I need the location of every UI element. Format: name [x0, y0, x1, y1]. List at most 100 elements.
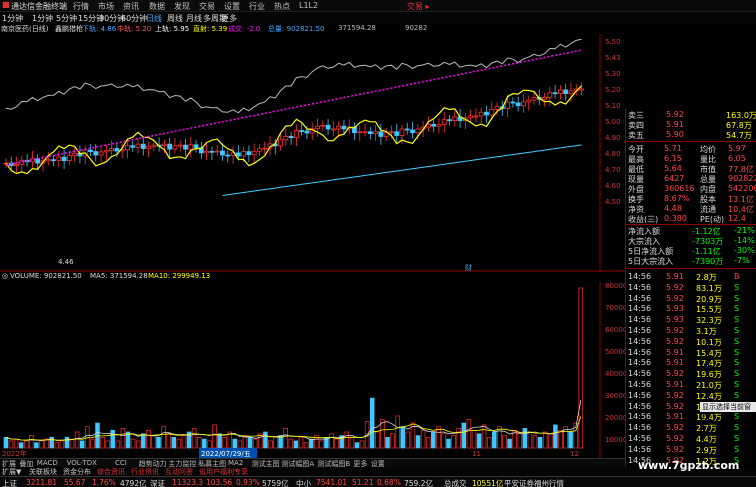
- tick-volume: 20.9万: [696, 294, 722, 304]
- volume-bar: [29, 435, 34, 449]
- candle-body: [14, 163, 19, 166]
- volume-bar: [385, 436, 390, 449]
- volume-settings-icon[interactable]: ◎: [2, 272, 8, 280]
- candle-body: [452, 116, 458, 122]
- menu-item-settings[interactable]: 设置: [224, 1, 240, 12]
- candle-body: [246, 151, 252, 156]
- sz-value: 11323.3: [172, 478, 204, 487]
- order-price: 5.90: [666, 130, 684, 139]
- volume-bar: [537, 436, 543, 449]
- trade-button[interactable]: 交易 ▸: [407, 1, 430, 12]
- menu-item-l1l2[interactable]: L1L2: [299, 1, 318, 10]
- volume-bar: [329, 433, 334, 449]
- price-tick: 5.00: [605, 118, 621, 126]
- order-price: 5.91: [666, 120, 684, 129]
- period-5min[interactable]: 5分钟: [56, 13, 77, 24]
- order-label: 卖五: [628, 131, 644, 140]
- tick-volume: 3.1万: [696, 327, 717, 336]
- period-bar: 1分钟 1分钟 5分钟 15分钟 30分钟 60分钟 日线 周线 月线 多周期 …: [0, 12, 756, 24]
- period-daily[interactable]: 日线: [146, 13, 162, 24]
- indicator-tab[interactable]: MA2: [228, 459, 243, 467]
- volume-bar: [202, 438, 207, 449]
- quote-value: 5.64: [664, 164, 682, 173]
- volume-bar: [268, 440, 273, 449]
- tick-volume: 17.4万: [696, 359, 722, 369]
- zx-change: 51.21: [352, 478, 374, 487]
- period-more[interactable]: 更多: [221, 13, 237, 24]
- tick-direction: S: [734, 380, 740, 389]
- volume-bar: [527, 431, 533, 449]
- finance-flag-marker[interactable]: 财: [465, 263, 472, 272]
- volume-bar: [456, 428, 461, 449]
- menu-item-market[interactable]: 行情: [73, 1, 89, 12]
- menu-item-trade[interactable]: 交易: [199, 1, 215, 12]
- app-logo-icon: ■: [2, 0, 10, 9]
- sz-label[interactable]: 深证: [150, 478, 165, 487]
- volume-bar: [344, 431, 350, 449]
- indicator-tab[interactable]: VOL-TDX: [67, 459, 97, 467]
- tick-direction: S: [734, 358, 740, 368]
- volume-info-bar: ◎ VOLUME: 902821.50 MA5: 371594.28 MA10:…: [0, 272, 600, 282]
- broker-name: 平安证券福州行情: [504, 479, 564, 487]
- menu-item-exchange[interactable]: 市场: [98, 1, 114, 12]
- zx-label[interactable]: 中小: [296, 478, 311, 487]
- period-1min-b[interactable]: 1分钟: [32, 13, 53, 24]
- title-bar: ■ 通达信金融终端 行情 市场 资讯 数据 发现 交易 设置 行业 热点 L1L…: [0, 0, 756, 12]
- quote-value: 4.48: [664, 204, 682, 213]
- volume-bar: [558, 429, 563, 449]
- menu-item-hot[interactable]: 热点: [274, 1, 290, 12]
- indicator-name[interactable]: 鑫鹏猎枪: [55, 24, 83, 34]
- candle-body: [172, 145, 178, 150]
- volume-bar: [151, 435, 156, 449]
- candle-body: [299, 130, 305, 132]
- total-amount: 10551亿: [472, 479, 504, 487]
- volume-bar: [156, 436, 161, 449]
- candle-body: [293, 130, 299, 139]
- volume-bar: [69, 438, 75, 449]
- app-title: 通达信金融终端: [11, 2, 67, 11]
- menu-item-industry[interactable]: 行业: [249, 1, 265, 12]
- period-weekly[interactable]: 周线: [167, 13, 183, 24]
- menu-item-discover[interactable]: 发现: [174, 1, 190, 12]
- period-60min[interactable]: 60分钟: [121, 13, 147, 24]
- volume-bar: [548, 433, 553, 449]
- tick-price: 5.91: [666, 347, 684, 357]
- candle-body: [220, 150, 225, 156]
- tick-direction: S: [734, 434, 740, 443]
- period-1min-a[interactable]: 1分钟: [2, 13, 23, 24]
- volume-bar: [502, 435, 507, 449]
- menu-item-news[interactable]: 资讯: [123, 1, 139, 12]
- volume-bar: [486, 436, 492, 449]
- volume-bar: [59, 440, 65, 449]
- candle-body: [114, 148, 120, 152]
- ma10-label: MA10: 299949.13: [148, 272, 211, 280]
- lower-band-value: 下轨: 4.86: [82, 25, 117, 33]
- indicator-tab[interactable]: CCI: [115, 459, 127, 467]
- price-tick: 5.43: [605, 54, 621, 62]
- volume-bar: [420, 429, 426, 449]
- volume-bar: [176, 438, 182, 449]
- candlestick-chart[interactable]: 5.50 5.43 5.30 5.20 5.10 5.00 4.90 4.80 …: [0, 34, 625, 272]
- sh-label[interactable]: 上证: [2, 478, 17, 487]
- tick-time: 14:56: [628, 293, 652, 303]
- volume-bar: [181, 435, 187, 449]
- candle-body: [441, 119, 447, 125]
- volume-chart[interactable]: 80000 70000 60000 50000 40000 30000 2000…: [0, 282, 625, 458]
- quote-value: 8.67%: [664, 194, 690, 203]
- volume-bar: [39, 440, 44, 449]
- volume-bar: [242, 435, 248, 449]
- period-monthly[interactable]: 月线: [186, 13, 202, 24]
- tick-price: 5.92: [666, 282, 684, 292]
- candle-body: [130, 145, 136, 148]
- volume-bar: [130, 438, 136, 449]
- volume-tick: 30000: [605, 392, 625, 400]
- year-label: 2022年: [2, 449, 27, 458]
- menu-item-data[interactable]: 数据: [149, 1, 165, 12]
- tick-price: 5.92: [666, 326, 684, 335]
- volume-bar: [44, 438, 49, 449]
- indicator-tab[interactable]: MACD: [37, 459, 58, 467]
- volume-bar: [349, 436, 355, 449]
- volume-bar: [334, 438, 339, 449]
- candle-body: [251, 150, 257, 156]
- tick-time: 14:56: [628, 358, 652, 368]
